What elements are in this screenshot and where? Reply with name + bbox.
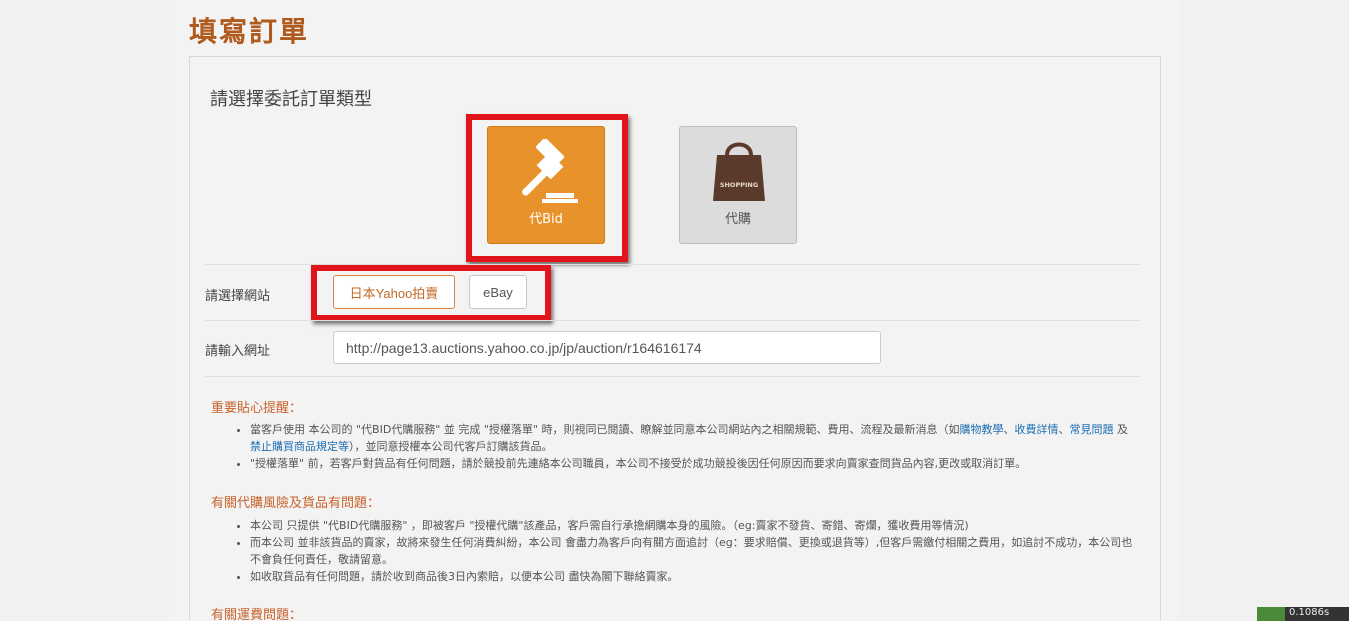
site-label: 請選擇網站 [205,289,271,304]
shopping-bag-text: SHOPPING [720,181,758,189]
timing-text: 0.1086s [1289,607,1330,618]
list-item: 當客戶使用 本公司的 "代BID代購服務" 並 完成 "授權落單" 時，則視同已… [250,421,1141,455]
order-type-shop-label: 代購 [724,212,751,227]
list-item: "授權落單" 前，若客戶對貨品有任何問題，請於競投前先連絡本公司職員，本公司不接… [250,455,1141,472]
risk-list: 本公司 只提供 "代BID代購服務" ，即被客戶 "授權代購"該產品，客戶需自行… [236,517,1141,585]
risk-title: 有關代購風險及貨品有問題： [211,496,381,511]
order-type-heading: 請選擇委託訂單類型 [210,89,372,110]
link-fee-details[interactable]: 收費詳情 [1014,423,1058,436]
list-item: 而本公司 並非該貨品的賣家，故將來發生任何消費糾紛，本公司 會盡力為客戶向有關方… [250,534,1141,568]
order-type-shop-card[interactable]: SHOPPING 代購 [679,126,797,244]
link-faq[interactable]: 常見問題 [1069,423,1113,436]
url-label: 請輸入網址 [205,344,271,359]
link-shopping-guide[interactable]: 購物教學 [959,423,1003,436]
list-item: 本公司 只提供 "代BID代購服務" ，即被客戶 "授權代購"該產品，客戶需自行… [250,517,1141,534]
page-title: 填寫訂單 [189,15,310,48]
list-item: 如收取貨品有任何問題，請於收到商品後3日內索賠，以便本公司 盡快為閣下聯絡賣家。 [250,568,1141,585]
shopping-bag-icon: SHOPPING [713,142,765,201]
timing-badge: 0.1086s [1257,607,1349,621]
notice-title: 重要貼心提醒： [211,401,303,416]
highlight-box-site [311,265,551,321]
highlight-box-order-type [466,114,628,262]
link-prohibited-items[interactable]: 禁止購買商品規定等 [250,440,349,453]
notice-list: 當客戶使用 本公司的 "代BID代購服務" 並 完成 "授權落單" 時，則視同已… [236,421,1141,472]
shipping-title: 有關運費問題： [211,608,303,621]
divider [205,320,1140,321]
url-input[interactable] [333,331,881,364]
leaf-icon [1257,607,1285,621]
divider [205,376,1140,377]
